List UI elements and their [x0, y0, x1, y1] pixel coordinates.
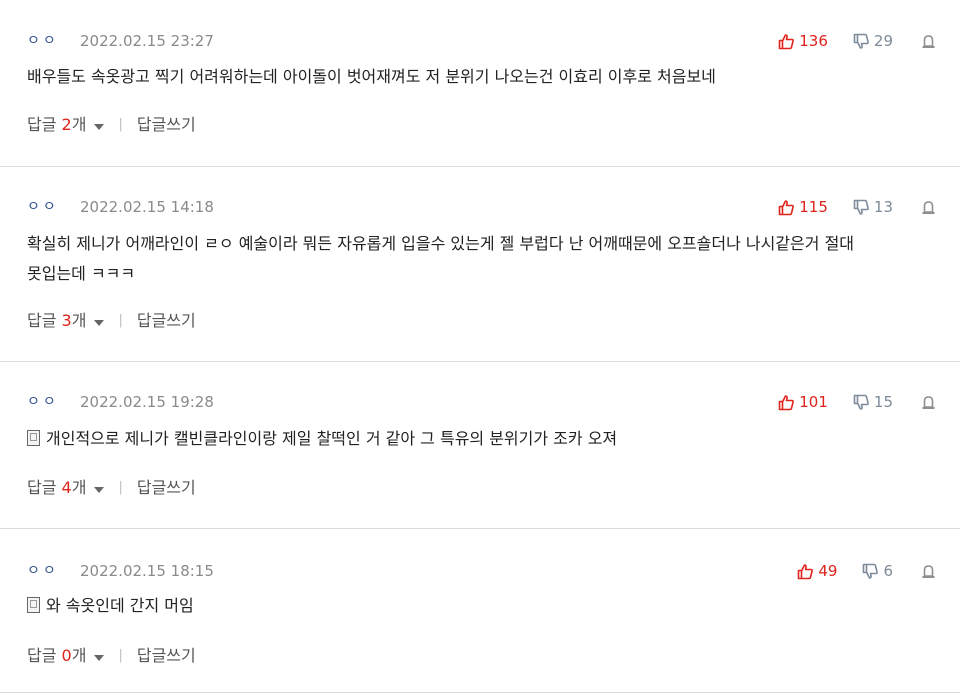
comment-item: ㅇㅇ 2022.02.15 23:27 136 29 배우들도 속옷광고 찍기 … [0, 0, 960, 167]
reply-label: 답글 [27, 115, 57, 134]
reply-row: 답글 2개 | 답글쓰기 [27, 114, 196, 136]
reply-toggle[interactable]: 답글 2개 [27, 114, 86, 136]
comment-item: ㅇㅇ 2022.02.15 18:15 49 6 와 속옷인데 간지 머임 답글… [0, 529, 960, 693]
like-count: 101 [799, 393, 828, 411]
vote-group: 136 29 [778, 30, 940, 52]
write-reply-button[interactable]: 답글쓰기 [137, 310, 196, 332]
reply-count: 3 [61, 311, 72, 330]
report-button[interactable] [921, 34, 940, 49]
reply-toggle[interactable]: 답글 4개 [27, 477, 86, 499]
dislike-button[interactable]: 15 [853, 391, 893, 413]
siren-icon [922, 564, 935, 578]
like-count: 115 [799, 198, 828, 216]
comment-author[interactable]: ㅇㅇ [27, 30, 59, 52]
comment-meta: ㅇㅇ 2022.02.15 23:27 136 29 [27, 30, 940, 52]
comment-text: 확실히 제니가 어깨라인이 ㄹㅇ 예술이라 뭐든 자유롭게 입을수 있는게 젤 … [27, 229, 935, 289]
dislike-button[interactable]: 29 [853, 30, 893, 52]
vote-group: 49 6 [797, 560, 940, 582]
comment-date: 2022.02.15 14:18 [80, 198, 214, 216]
comment-meta: ㅇㅇ 2022.02.15 18:15 49 6 [27, 560, 940, 582]
thumbs-down-icon [853, 394, 869, 410]
divider: | [118, 117, 123, 132]
dislike-count: 13 [873, 198, 893, 216]
siren-icon [922, 395, 935, 409]
comment-text-line: 개인적으로 제니가 캘빈클라인이랑 제일 찰떡인 거 같아 그 특유의 분위기가… [27, 424, 935, 454]
dislike-count: 6 [883, 562, 893, 580]
like-button[interactable]: 49 [797, 560, 837, 582]
like-button[interactable]: 136 [778, 30, 828, 52]
comment-author[interactable]: ㅇㅇ [27, 196, 59, 218]
reply-count: 4 [61, 478, 72, 497]
reply-row: 답글 3개 | 답글쓰기 [27, 310, 196, 332]
siren-icon [922, 200, 935, 214]
comment-text: 개인적으로 제니가 캘빈클라인이랑 제일 찰떡인 거 같아 그 특유의 분위기가… [27, 424, 935, 454]
like-count: 49 [818, 562, 838, 580]
write-reply-button[interactable]: 답글쓰기 [137, 114, 196, 136]
like-count: 136 [799, 32, 828, 50]
thumbs-down-icon [863, 563, 879, 579]
reply-label: 답글 [27, 311, 57, 330]
comment-text-content: 와 속옷인데 간지 머임 [46, 596, 194, 615]
comment-date: 2022.02.15 18:15 [80, 562, 214, 580]
report-button[interactable] [921, 200, 940, 215]
comment-item: ㅇㅇ 2022.02.15 19:28 101 15 개인적으로 제니가 캘빈클… [0, 362, 960, 529]
chevron-down-icon[interactable] [94, 655, 105, 661]
comment-meta: ㅇㅇ 2022.02.15 19:28 101 15 [27, 391, 940, 413]
like-button[interactable]: 115 [778, 196, 828, 218]
mobile-icon [27, 430, 40, 446]
dislike-button[interactable]: 13 [853, 196, 893, 218]
report-button[interactable] [921, 564, 940, 579]
thumbs-up-icon [778, 33, 795, 49]
chevron-down-icon[interactable] [94, 487, 105, 493]
comment-meta: ㅇㅇ 2022.02.15 14:18 115 13 [27, 196, 940, 218]
reply-count: 2 [61, 115, 72, 134]
reply-label: 답글 [27, 646, 57, 665]
reply-toggle[interactable]: 답글 3개 [27, 310, 86, 332]
reply-unit: 개 [71, 478, 87, 497]
divider: | [118, 648, 123, 663]
comment-text-line: 확실히 제니가 어깨라인이 ㄹㅇ 예술이라 뭐든 자유롭게 입을수 있는게 젤 … [27, 234, 855, 253]
comment-text: 배우들도 속옷광고 찍기 어려워하는데 아이돌이 벗어재껴도 저 분위기 나오는… [27, 62, 935, 92]
comment-author[interactable]: ㅇㅇ [27, 560, 59, 582]
vote-group: 101 15 [778, 391, 940, 413]
divider: | [118, 480, 123, 495]
write-reply-button[interactable]: 답글쓰기 [137, 645, 196, 667]
reply-row: 답글 4개 | 답글쓰기 [27, 477, 196, 499]
reply-unit: 개 [71, 115, 87, 134]
vote-group: 115 13 [778, 196, 940, 218]
mobile-icon [27, 597, 40, 613]
thumbs-up-icon [778, 199, 795, 215]
comment-text-line: 와 속옷인데 간지 머임 [27, 591, 935, 621]
thumbs-down-icon [853, 199, 869, 215]
comment-text: 와 속옷인데 간지 머임 [27, 591, 935, 621]
write-reply-button[interactable]: 답글쓰기 [137, 477, 196, 499]
dislike-count: 15 [873, 393, 893, 411]
comment-item: ㅇㅇ 2022.02.15 14:18 115 13 확실히 제니가 어깨라인이… [0, 167, 960, 362]
reply-row: 답글 0개 | 답글쓰기 [27, 645, 196, 667]
comment-text-line: 못입는데 ㅋㅋㅋ [27, 264, 136, 283]
chevron-down-icon[interactable] [94, 124, 105, 130]
report-button[interactable] [921, 395, 940, 410]
comment-text-content: 개인적으로 제니가 캘빈클라인이랑 제일 찰떡인 거 같아 그 특유의 분위기가… [46, 429, 618, 448]
thumbs-down-icon [853, 33, 869, 49]
reply-unit: 개 [71, 646, 87, 665]
comment-date: 2022.02.15 19:28 [80, 393, 214, 411]
reply-unit: 개 [71, 311, 87, 330]
reply-toggle[interactable]: 답글 0개 [27, 645, 86, 667]
comment-date: 2022.02.15 23:27 [80, 32, 214, 50]
siren-icon [922, 34, 935, 48]
comment-author[interactable]: ㅇㅇ [27, 391, 59, 413]
reply-count: 0 [61, 646, 72, 665]
divider: | [118, 313, 123, 328]
thumbs-up-icon [778, 394, 795, 410]
chevron-down-icon[interactable] [94, 320, 105, 326]
thumbs-up-icon [798, 563, 814, 579]
reply-label: 답글 [27, 478, 57, 497]
comment-text-line: 배우들도 속옷광고 찍기 어려워하는데 아이돌이 벗어재껴도 저 분위기 나오는… [27, 67, 716, 86]
like-button[interactable]: 101 [778, 391, 828, 413]
dislike-button[interactable]: 6 [862, 560, 893, 582]
dislike-count: 29 [873, 32, 893, 50]
